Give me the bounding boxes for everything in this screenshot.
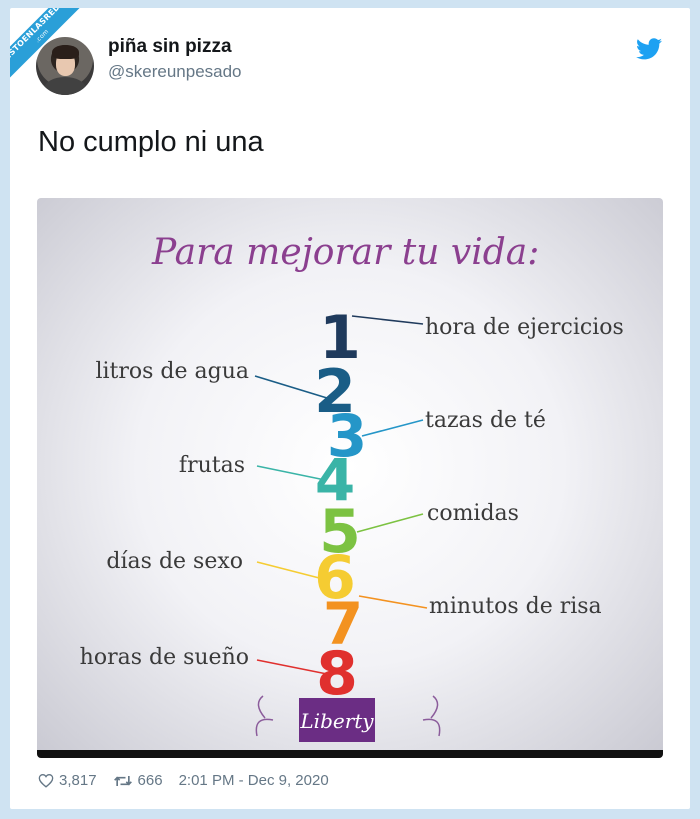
label-4: frutas [179,453,245,478]
tweet-footer: 3,817 666 2:01 PM - Dec 9, 2020 [38,772,345,789]
infographic-title: Para mejorar tu vida: [151,232,539,273]
retweet-count: 666 [137,772,163,789]
label-7: minutos de risa [429,594,602,619]
retweet-button[interactable]: 666 [113,772,163,789]
user-handle[interactable]: @skereunpesado [108,62,242,82]
tweet-image[interactable]: Para mejorar tu vida: 1 2 3 4 5 6 7 8 ho… [37,198,663,758]
timestamp: 2:01 PM - Dec 9, 2020 [178,772,329,789]
label-6: días de sexo [106,549,243,574]
label-3: tazas de té [425,408,546,433]
brand-name: Liberty [299,709,374,733]
liberty-logo: Liberty [255,695,441,742]
twitter-bird-icon[interactable] [636,38,662,60]
timestamp-link[interactable]: 2:01 PM - Dec 9, 2020 [179,772,329,789]
tweet-text: No cumplo ni una [38,126,264,158]
display-name[interactable]: piña sin pizza [108,36,232,58]
infographic: Para mejorar tu vida: 1 2 3 4 5 6 7 8 ho… [80,232,624,742]
heart-icon [38,774,54,788]
label-8: horas de sueño [80,645,249,670]
label-2: litros de agua [95,359,249,384]
label-1: hora de ejercicios [425,315,624,340]
retweet-icon [113,775,132,786]
like-button[interactable]: 3,817 [38,772,97,789]
avatar[interactable] [36,37,94,95]
label-5: comidas [427,501,519,526]
like-count: 3,817 [59,772,97,789]
